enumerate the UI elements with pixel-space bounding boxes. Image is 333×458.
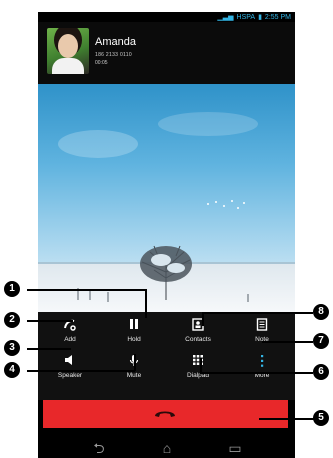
callout-leader-5 [259, 418, 314, 420]
contacts-icon [166, 318, 230, 336]
note-button[interactable]: Note [230, 318, 294, 350]
hold-button[interactable]: Hold [102, 318, 166, 350]
callout-leader-6 [200, 372, 313, 374]
network-type: HSPA [236, 13, 256, 21]
wallpaper-image [38, 84, 295, 312]
caller-number: 186 2133 0110 [95, 52, 132, 58]
callout-leader-4 [27, 370, 135, 372]
note-icon [230, 318, 294, 336]
callout-leader-4-v [134, 354, 136, 371]
callout-1: 1 [4, 281, 20, 297]
callout-leader-3 [27, 348, 71, 350]
status-time: 2:55 PM [264, 13, 291, 21]
end-call-button[interactable] [43, 400, 288, 428]
dialpad-button[interactable]: Dialpad [166, 354, 230, 386]
callout-leader-2 [27, 320, 73, 322]
caller-name: Amanda [95, 36, 136, 48]
callout-leader-6-v [200, 358, 202, 373]
callout-leader-1-v [145, 289, 147, 318]
add-call-button[interactable]: Add [38, 318, 102, 350]
navigation-bar: ⮌ ⌂ ▭ [38, 430, 295, 458]
contacts-button[interactable]: Contacts [166, 318, 230, 350]
callout-5: 5 [313, 410, 329, 426]
caller-info-bar: Amanda 186 2133 0110 00:05 [38, 22, 295, 84]
callout-leader-8 [202, 312, 313, 314]
pause-icon [102, 318, 166, 336]
battery-icon: ▮ [258, 14, 262, 21]
more-button[interactable]: More [230, 354, 294, 386]
hold-label: Hold [127, 336, 141, 343]
callout-leader-1 [27, 289, 146, 291]
signal-icon: ▁▃▅ [217, 14, 234, 21]
caller-avatar [47, 28, 89, 74]
home-icon[interactable]: ⌂ [152, 438, 182, 458]
call-duration: 00:05 [95, 60, 108, 66]
add-label: Add [64, 336, 76, 343]
status-bar: ▁▃▅ HSPA ▮ 2:55 PM [38, 12, 295, 22]
callout-2: 2 [4, 312, 20, 328]
in-call-controls: Add Hold Contacts Note Speaker Mute Dial… [38, 312, 295, 400]
callout-8: 8 [313, 304, 329, 320]
more-icon [230, 354, 294, 372]
speaker-label: Speaker [57, 372, 83, 379]
dialpad-icon [166, 354, 230, 372]
callout-6: 6 [313, 364, 329, 380]
contacts-label: Contacts [185, 336, 211, 343]
callout-4: 4 [4, 362, 20, 378]
mute-label: Mute [126, 372, 142, 379]
callout-7: 7 [313, 333, 329, 349]
recent-apps-icon[interactable]: ▭ [220, 438, 250, 458]
back-icon[interactable]: ⮌ [84, 438, 114, 458]
callout-leader-8-v [202, 312, 204, 326]
callout-leader-7 [262, 341, 313, 343]
end-call-icon [155, 411, 175, 417]
phone-screen: ▁▃▅ HSPA ▮ 2:55 PM Amanda 186 2133 0110 … [38, 12, 295, 458]
callout-3: 3 [4, 340, 20, 356]
